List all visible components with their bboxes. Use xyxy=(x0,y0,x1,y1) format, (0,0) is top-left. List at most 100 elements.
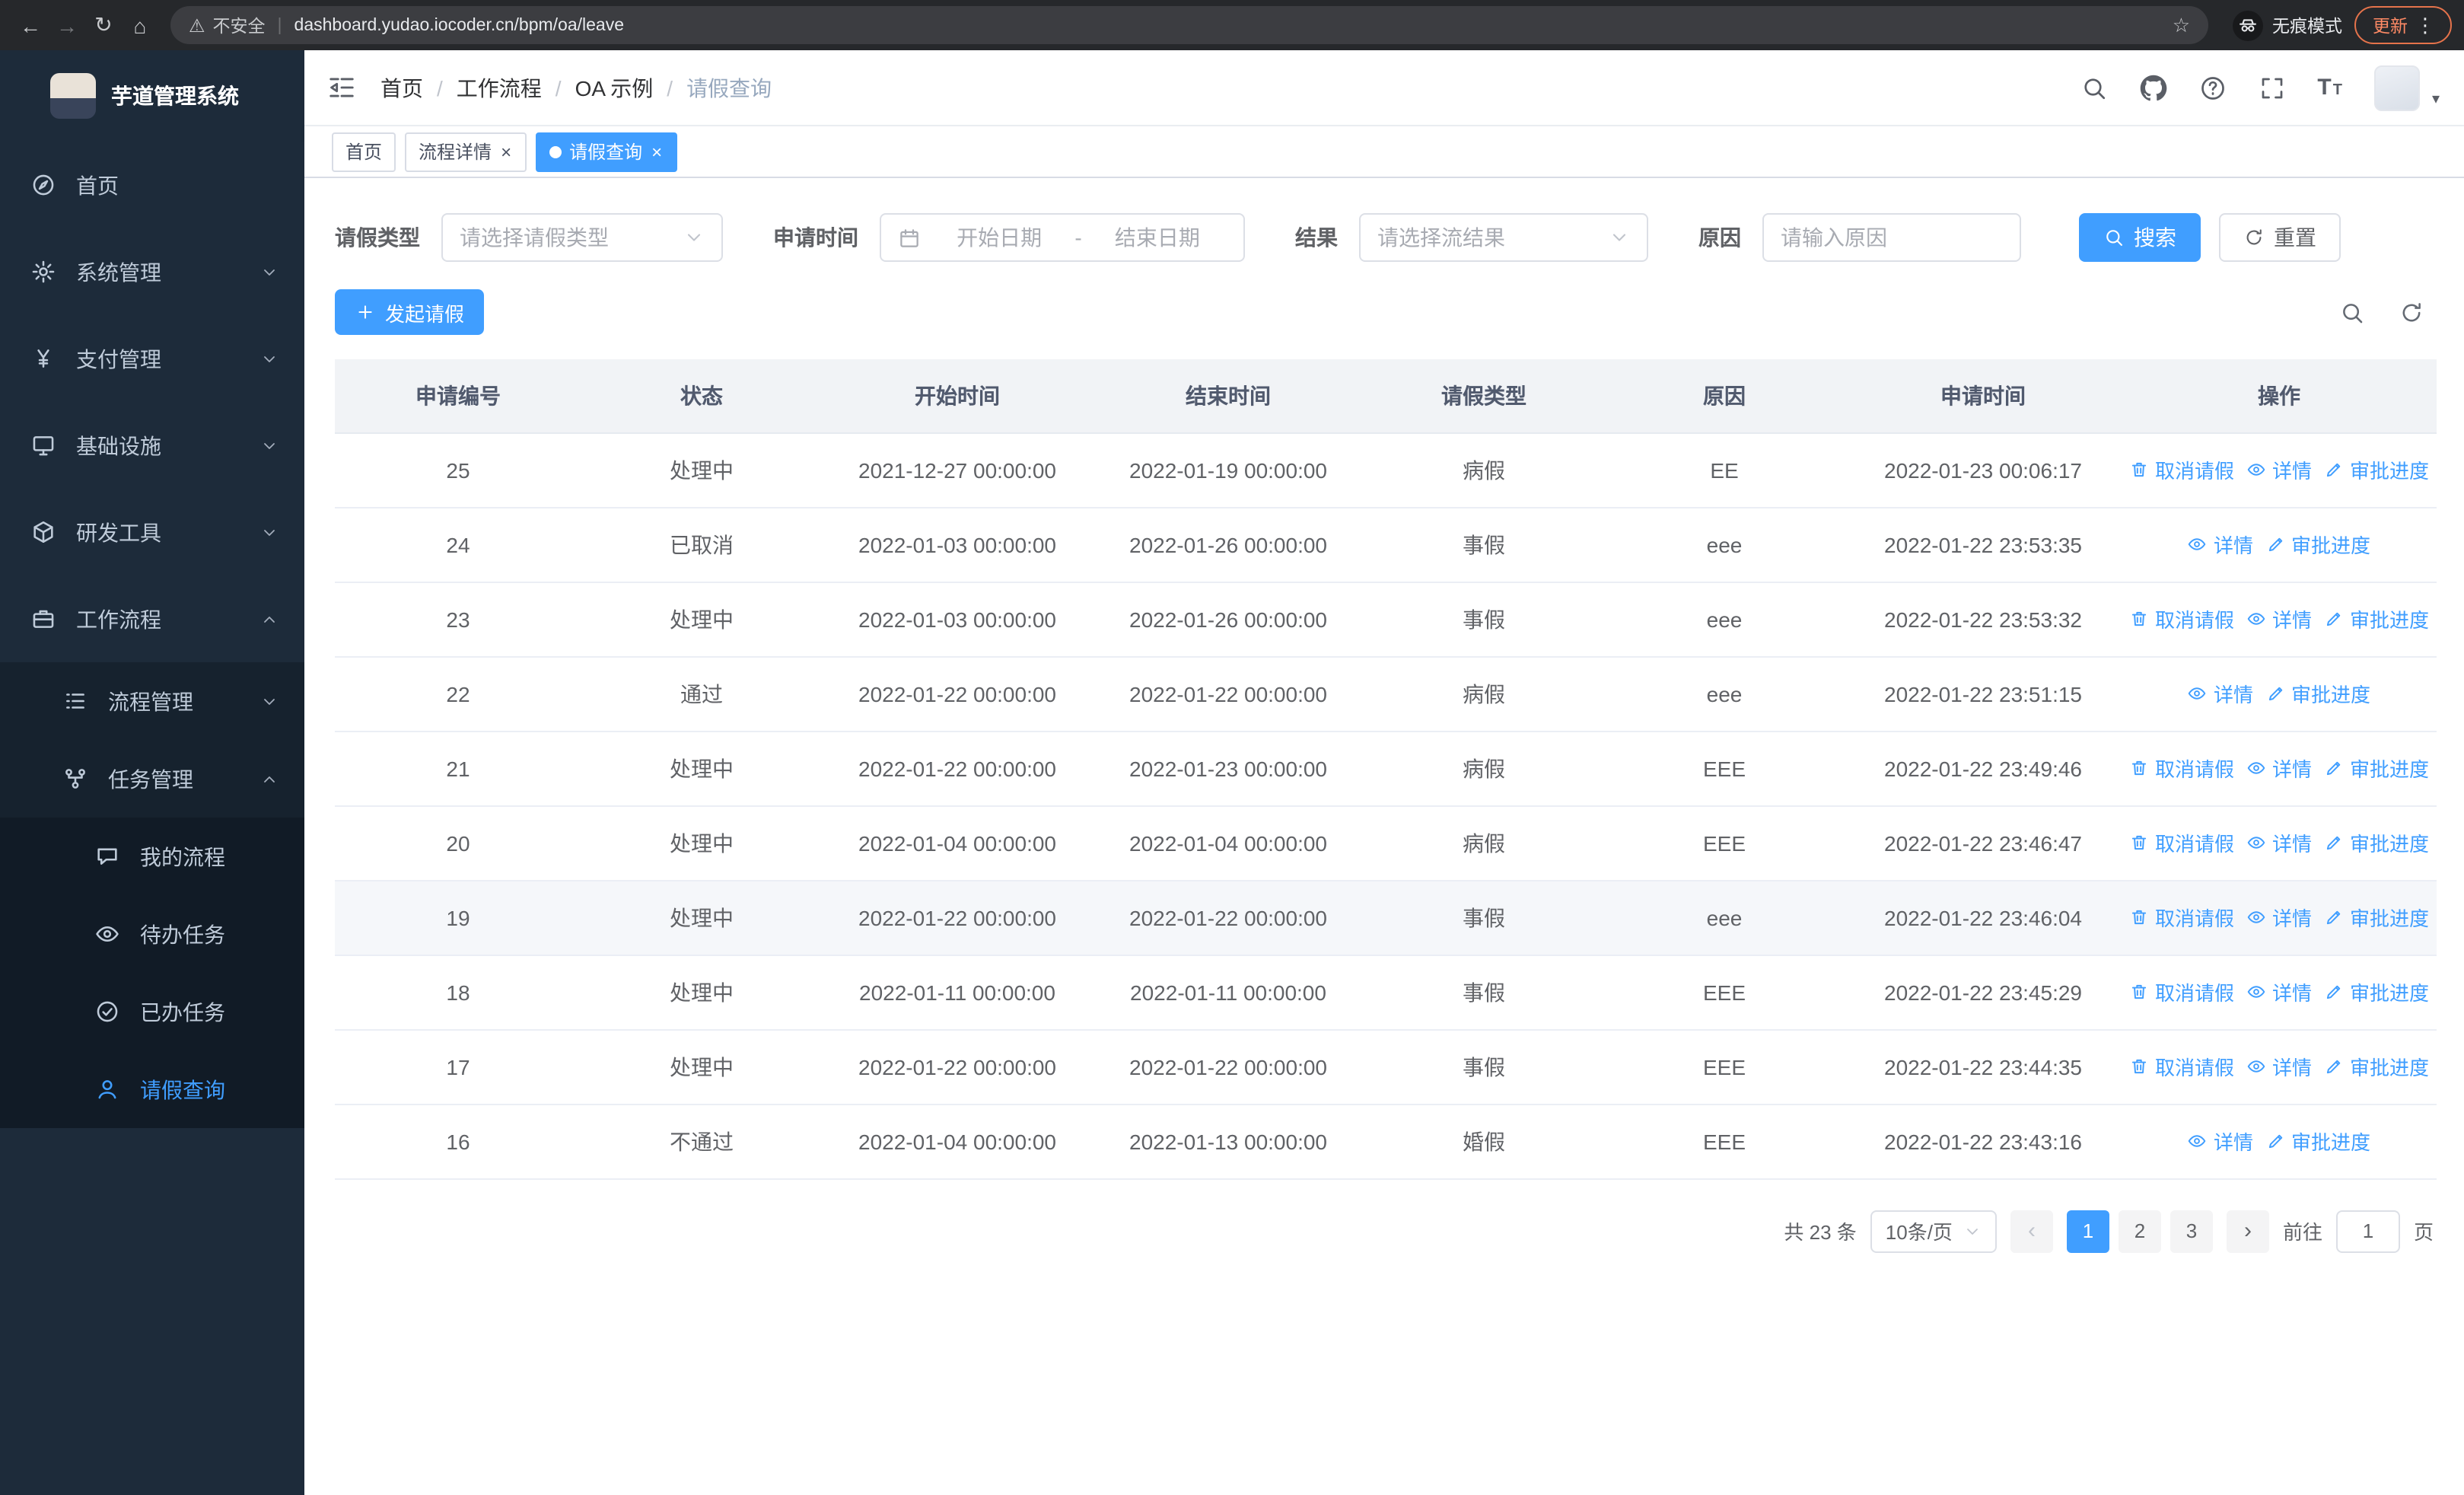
table-row: 16 不通过 2022-01-04 00:00:00 2022-01-13 00:00… xyxy=(335,1104,2437,1179)
font-size-icon[interactable]: TT xyxy=(2317,74,2342,101)
cancel-link[interactable]: 取消请假 xyxy=(2129,903,2234,932)
cell-reason: EEE xyxy=(1604,1029,1845,1105)
menu-fold-icon[interactable] xyxy=(327,73,356,102)
briefcase-icon xyxy=(30,606,56,632)
sidebar-item-label: 研发工具 xyxy=(76,520,161,544)
cell-end: 2022-01-04 00:00:00 xyxy=(1093,805,1364,881)
sidebar-item-infra[interactable]: 基础设施 xyxy=(0,402,304,489)
sidebar-item-my-process[interactable]: 我的流程 xyxy=(0,818,304,895)
detail-link[interactable]: 详情 xyxy=(2188,679,2253,708)
cancel-link[interactable]: 取消请假 xyxy=(2129,604,2234,633)
user-avatar[interactable] xyxy=(2373,65,2420,110)
browser-reload-icon[interactable]: ↻ xyxy=(85,7,122,43)
flow-icon xyxy=(62,766,88,792)
cancel-link[interactable]: 取消请假 xyxy=(2129,455,2234,484)
progress-link[interactable]: 审批进度 xyxy=(2324,828,2429,857)
detail-link[interactable]: 详情 xyxy=(2246,828,2312,857)
breadcrumb-item[interactable]: 首页 xyxy=(380,72,423,103)
cell-id: 18 xyxy=(335,955,581,1030)
tab-process-detail[interactable]: 流程详情 × xyxy=(405,132,527,171)
create-leave-button[interactable]: 发起请假 xyxy=(335,289,485,335)
progress-link[interactable]: 审批进度 xyxy=(2324,604,2429,633)
sidebar-item-done-tasks[interactable]: 已办任务 xyxy=(0,973,304,1050)
progress-link[interactable]: 审批进度 xyxy=(2324,455,2429,484)
page-button-3[interactable]: 3 xyxy=(2170,1210,2213,1252)
progress-link[interactable]: 审批进度 xyxy=(2324,754,2429,783)
progress-link[interactable]: 审批进度 xyxy=(2265,1127,2370,1156)
sidebar-item-home[interactable]: 首页 xyxy=(0,142,304,228)
cancel-link[interactable]: 取消请假 xyxy=(2129,828,2234,857)
detail-link[interactable]: 详情 xyxy=(2246,977,2312,1006)
page-button-2[interactable]: 2 xyxy=(2118,1210,2161,1252)
detail-link[interactable]: 详情 xyxy=(2246,754,2312,783)
next-page-button[interactable]: › xyxy=(2226,1210,2269,1252)
detail-link[interactable]: 详情 xyxy=(2246,455,2312,484)
edit-icon xyxy=(2265,684,2285,703)
sidebar-item-process-mgmt[interactable]: 流程管理 xyxy=(0,662,304,740)
tab-leave-query[interactable]: 请假查询 × xyxy=(536,132,678,171)
edit-icon xyxy=(2265,1131,2285,1151)
progress-link[interactable]: 审批进度 xyxy=(2265,679,2370,708)
browser-forward-icon[interactable]: → xyxy=(49,7,85,43)
sidebar-item-label: 待办任务 xyxy=(140,922,225,946)
fullscreen-icon[interactable] xyxy=(2258,74,2285,101)
sidebar-item-todo-tasks[interactable]: 待办任务 xyxy=(0,895,304,973)
action-label: 取消请假 xyxy=(2154,1057,2234,1079)
cell-end: 2022-01-13 00:00:00 xyxy=(1093,1104,1364,1179)
toggle-search-icon[interactable] xyxy=(2339,299,2365,325)
browser-menu-icon[interactable]: ⋮ xyxy=(2408,13,2443,37)
action-label: 取消请假 xyxy=(2154,460,2234,483)
tab-close-icon[interactable]: × xyxy=(650,142,664,161)
reset-button[interactable]: 重置 xyxy=(2219,213,2341,262)
avatar-caret-icon[interactable]: ▾ xyxy=(2432,91,2440,110)
breadcrumb-item[interactable]: OA 示例 xyxy=(575,72,654,103)
sidebar-item-devtools[interactable]: 研发工具 xyxy=(0,489,304,575)
github-icon[interactable] xyxy=(2139,74,2166,101)
help-icon[interactable] xyxy=(2198,74,2226,101)
tab-close-icon[interactable]: × xyxy=(499,142,513,161)
prev-page-button[interactable]: ‹ xyxy=(2010,1210,2053,1252)
leave-type-placeholder: 请选择请假类型 xyxy=(460,225,609,250)
security-warning-icon: ⚠ xyxy=(189,14,205,36)
result-select[interactable]: 请选择流结果 xyxy=(1359,213,1648,262)
reason-input[interactable]: 请输入原因 xyxy=(1762,213,2021,262)
page-size-select[interactable]: 10条/页 xyxy=(1870,1210,1997,1252)
cancel-link[interactable]: 取消请假 xyxy=(2129,754,2234,783)
cell-status: 处理中 xyxy=(581,1029,822,1105)
sidebar-item-system[interactable]: 系统管理 xyxy=(0,228,304,315)
progress-link[interactable]: 审批进度 xyxy=(2324,977,2429,1006)
sidebar-item-task-mgmt[interactable]: 任务管理 xyxy=(0,740,304,818)
detail-link[interactable]: 详情 xyxy=(2188,1127,2253,1156)
detail-link[interactable]: 详情 xyxy=(2246,903,2312,932)
url-text[interactable]: dashboard.yudao.iocoder.cn/bpm/oa/leave xyxy=(294,16,625,34)
sidebar-item-workflow[interactable]: 工作流程 xyxy=(0,575,304,662)
table-refresh-icon[interactable] xyxy=(2399,299,2424,325)
detail-link[interactable]: 详情 xyxy=(2246,604,2312,633)
font-size-big: T xyxy=(2317,74,2332,100)
progress-link[interactable]: 审批进度 xyxy=(2265,530,2370,559)
table-body: 25 处理中 2021-12-27 00:00:00 2022-01-19 00:00… xyxy=(335,432,2437,1179)
leave-type-select[interactable]: 请选择请假类型 xyxy=(441,213,723,262)
progress-link[interactable]: 审批进度 xyxy=(2324,903,2429,932)
header-search-icon[interactable] xyxy=(2080,74,2107,101)
tab-home[interactable]: 首页 xyxy=(332,132,396,171)
detail-link[interactable]: 详情 xyxy=(2188,530,2253,559)
cancel-link[interactable]: 取消请假 xyxy=(2129,1052,2234,1081)
browser-update-button[interactable]: 更新 ⋮ xyxy=(2354,6,2452,44)
apply-time-range-picker[interactable]: 开始日期 - 结束日期 xyxy=(880,213,1245,262)
goto-page-input[interactable]: 1 xyxy=(2335,1210,2400,1252)
security-warning-label[interactable]: 不安全 xyxy=(213,13,266,37)
cancel-link[interactable]: 取消请假 xyxy=(2129,977,2234,1006)
browser-back-icon[interactable]: ← xyxy=(12,7,49,43)
eye-icon xyxy=(2246,833,2266,853)
search-button[interactable]: 搜索 xyxy=(2079,213,2201,262)
address-bar[interactable]: ⚠ 不安全 | dashboard.yudao.iocoder.cn/bpm/o… xyxy=(170,6,2208,44)
detail-link[interactable]: 详情 xyxy=(2246,1052,2312,1081)
sidebar-item-leave-query[interactable]: 请假查询 xyxy=(0,1050,304,1128)
browser-home-icon[interactable]: ⌂ xyxy=(122,7,158,43)
progress-link[interactable]: 审批进度 xyxy=(2324,1052,2429,1081)
page-button-1[interactable]: 1 xyxy=(2066,1210,2109,1252)
bookmark-star-icon[interactable]: ☆ xyxy=(2173,13,2190,37)
breadcrumb-item[interactable]: 工作流程 xyxy=(457,72,542,103)
sidebar-item-payment[interactable]: 支付管理 xyxy=(0,315,304,402)
